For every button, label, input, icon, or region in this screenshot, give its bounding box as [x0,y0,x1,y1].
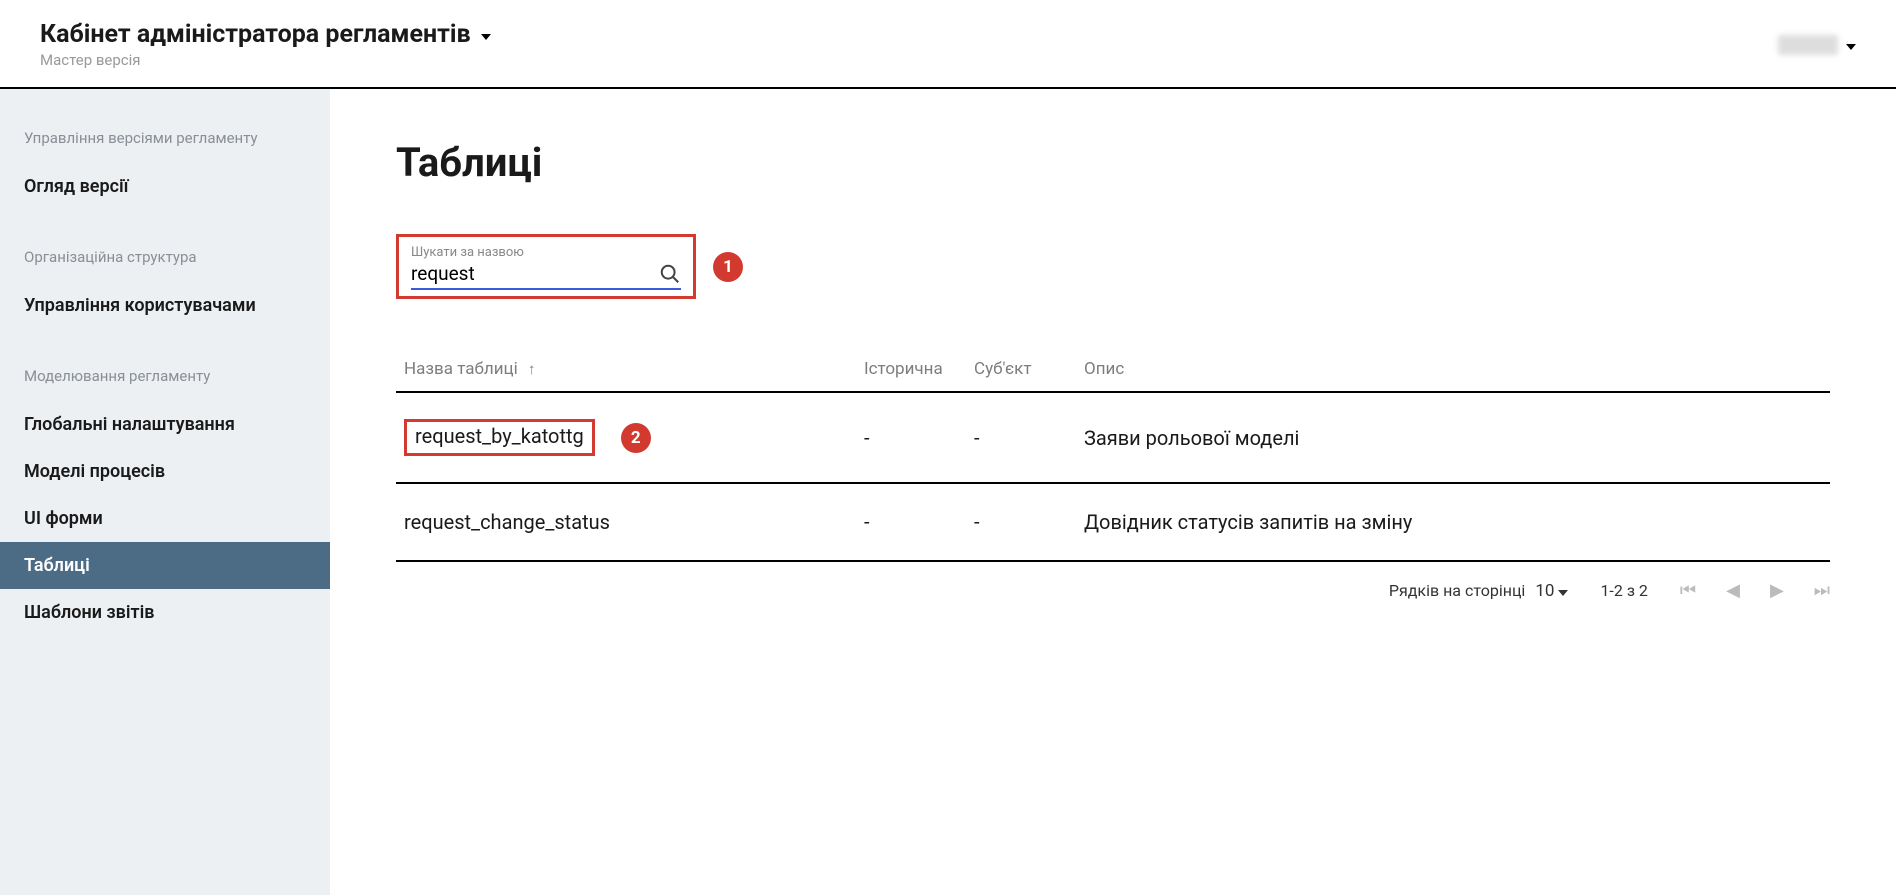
sidebar-item-global-settings[interactable]: Глобальні налаштування [0,401,330,448]
rows-per-page-value: 10 [1535,581,1554,601]
cell-subject: - [966,392,1076,483]
table-row[interactable]: request_by_katottg 2 - - Заяви рольової … [396,392,1830,483]
cell-subject: - [966,483,1076,561]
app-title: Кабінет адміністратора регламентів [40,20,471,49]
sidebar-item-version-overview[interactable]: Огляд версії [0,163,330,210]
tables-table: Назва таблиці ↑ Історична Суб'єкт Опис r… [396,347,1830,562]
page-next-icon[interactable]: ▶ [1770,580,1784,601]
column-header-historic[interactable]: Історична [856,347,966,392]
header-title-row[interactable]: Кабінет адміністратора регламентів [40,20,491,49]
column-header-subject[interactable]: Суб'єкт [966,347,1076,392]
pagination-range: 1-2 з 2 [1600,581,1647,600]
column-header-name-label: Назва таблиці [404,359,518,379]
header-right[interactable] [1778,35,1856,55]
rows-per-page: Рядків на сторінці 10 [1389,581,1569,601]
chevron-down-icon [1558,590,1568,596]
sort-ascending-icon: ↑ [528,360,536,378]
page-prev-icon[interactable]: ◀ [1726,580,1740,601]
sidebar-item-report-templates[interactable]: Шаблони звітів [0,589,330,636]
table-row[interactable]: request_change_status - - Довідник стату… [396,483,1830,561]
cell-description: Довідник статусів запитів на зміну [1076,483,1830,561]
search-label: Шукати за назвою [411,245,681,260]
layout: Управління версіями регламенту Огляд вер… [0,89,1896,895]
column-header-name[interactable]: Назва таблиці ↑ [396,347,856,392]
rows-per-page-label: Рядків на сторінці [1389,581,1525,600]
sidebar: Управління версіями регламенту Огляд вер… [0,89,330,895]
column-header-description[interactable]: Опис [1076,347,1830,392]
chevron-down-icon[interactable] [481,34,491,40]
page-title: Таблиці [396,139,1830,186]
sidebar-section-label: Організаційна структура [0,238,330,282]
pagination: Рядків на сторінці 10 1-2 з 2 ⏮ ◀ ▶ ⏭ [396,580,1830,601]
pagination-nav: ⏮ ◀ ▶ ⏭ [1680,580,1830,601]
cell-name: request_by_katottg 2 [396,392,856,483]
cell-name-highlight[interactable]: request_by_katottg [404,419,595,456]
cell-name[interactable]: request_change_status [396,483,856,561]
table-header-row: Назва таблиці ↑ Історична Суб'єкт Опис [396,347,1830,392]
search-field-highlight: Шукати за назвою 1 [396,234,696,299]
annotation-badge-1: 1 [713,252,743,282]
main-content: Таблиці Шукати за назвою 1 [330,89,1896,895]
sidebar-section-label: Моделювання регламенту [0,357,330,401]
search-icon[interactable] [659,263,681,285]
user-name-blurred [1778,35,1838,55]
sidebar-item-process-models[interactable]: Моделі процесів [0,448,330,495]
sidebar-item-user-management[interactable]: Управління користувачами [0,282,330,329]
cell-description: Заяви рольової моделі [1076,392,1830,483]
chevron-down-icon[interactable] [1846,44,1856,50]
rows-per-page-select[interactable]: 10 [1535,581,1568,601]
search-row [411,262,681,290]
cell-historic: - [856,483,966,561]
sidebar-item-ui-forms[interactable]: UI форми [0,495,330,542]
cell-historic: - [856,392,966,483]
annotation-badge-2: 2 [621,423,651,453]
header-left: Кабінет адміністратора регламентів Масте… [40,20,491,69]
page-first-icon[interactable]: ⏮ [1680,580,1696,601]
page-last-icon[interactable]: ⏭ [1814,580,1830,601]
app-header: Кабінет адміністратора регламентів Масте… [0,0,1896,89]
sidebar-section-label: Управління версіями регламенту [0,119,330,163]
sidebar-item-tables[interactable]: Таблиці [0,542,330,589]
app-subtitle: Мастер версія [40,51,491,69]
search-input[interactable] [411,262,659,285]
